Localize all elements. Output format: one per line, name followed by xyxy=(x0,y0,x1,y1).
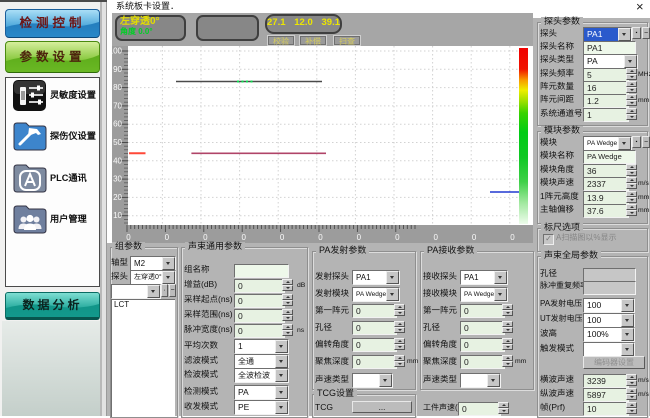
svg-text:0: 0 xyxy=(433,233,438,242)
svg-text:0: 0 xyxy=(357,233,362,242)
svg-text:40: 40 xyxy=(113,156,122,165)
svg-text:70: 70 xyxy=(113,101,122,110)
svg-text:0: 0 xyxy=(241,233,246,242)
svg-text:0: 0 xyxy=(510,233,515,242)
svg-text:80: 80 xyxy=(113,83,122,92)
svg-text:30: 30 xyxy=(113,175,122,184)
svg-text:0: 0 xyxy=(280,233,285,242)
svg-text:10: 10 xyxy=(113,211,122,220)
svg-text:50: 50 xyxy=(113,138,122,147)
svg-text:20: 20 xyxy=(113,193,122,202)
svg-text:60: 60 xyxy=(113,120,122,129)
svg-text:0: 0 xyxy=(318,233,323,242)
svg-text:0: 0 xyxy=(472,233,477,242)
svg-text:0: 0 xyxy=(165,233,170,242)
svg-text:0: 0 xyxy=(395,233,400,242)
svg-text:90: 90 xyxy=(113,65,122,74)
svg-text:100: 100 xyxy=(112,47,123,56)
